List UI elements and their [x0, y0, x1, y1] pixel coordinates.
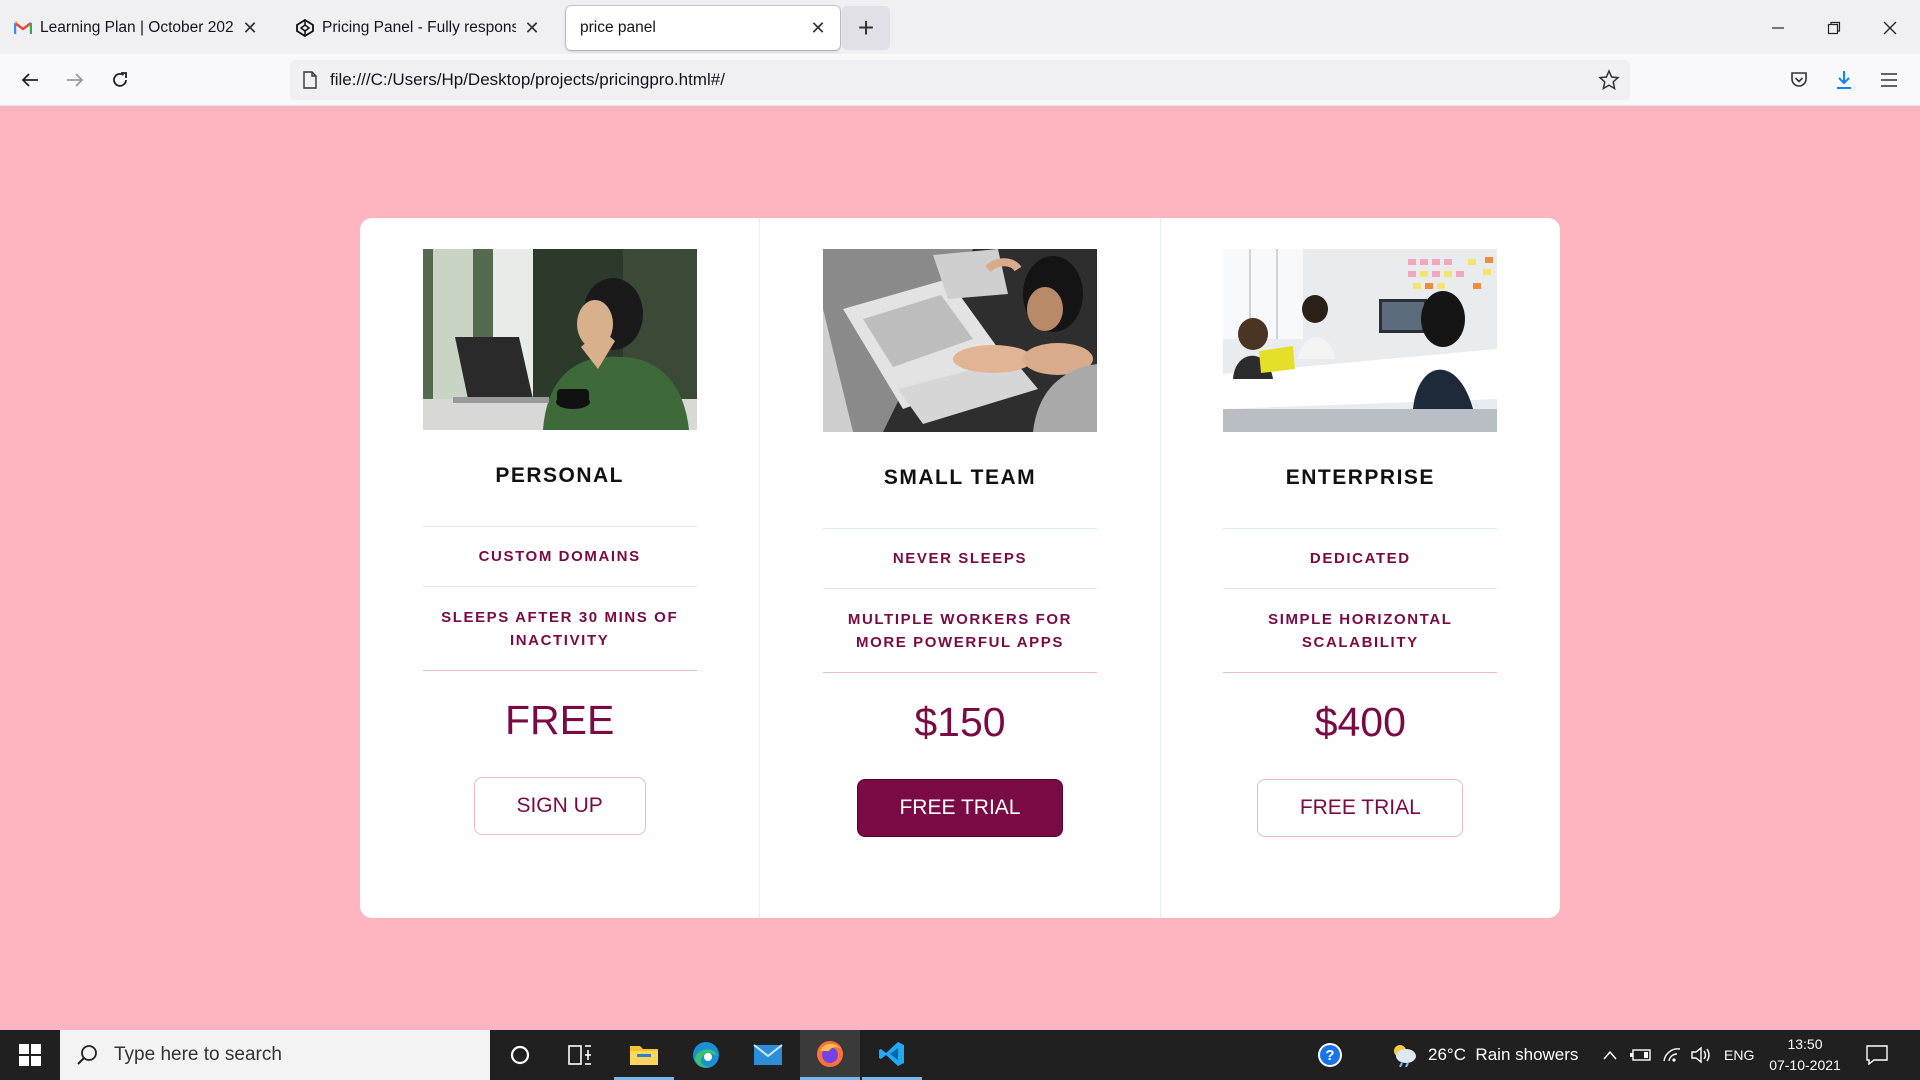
plan-card-small-team: SMALL TEAM NEVER SLEEPS MULTIPLE WORKERS…: [759, 218, 1159, 918]
plan-price: $150: [914, 699, 1006, 745]
menu-button[interactable]: [1871, 62, 1907, 98]
download-icon: [1837, 71, 1851, 89]
plan-features: NEVER SLEEPS MULTIPLE WORKERS FOR MORE P…: [822, 528, 1097, 673]
file-page-icon: [303, 71, 317, 89]
plan-name: PERSONAL: [495, 464, 624, 487]
plan-feature: CUSTOM DOMAINS: [422, 527, 697, 587]
browser-nav-bar: file:///C:/Users/Hp/Desktop/projects/pri…: [0, 54, 1920, 106]
edge-icon: [693, 1042, 719, 1068]
bookmark-star-icon[interactable]: [1598, 69, 1620, 91]
notification-icon: [1866, 1045, 1888, 1065]
task-view-icon: [568, 1045, 591, 1065]
help-button[interactable]: ?: [1300, 1030, 1360, 1080]
search-placeholder: Type here to search: [114, 1044, 282, 1065]
notifications-button[interactable]: [1866, 1030, 1888, 1080]
address-bar[interactable]: file:///C:/Users/Hp/Desktop/projects/pri…: [290, 60, 1630, 100]
plan-name: ENTERPRISE: [1285, 466, 1435, 489]
weather-text: 26°C Rain showers: [1428, 1045, 1579, 1064]
input-language[interactable]: ENG: [1724, 1030, 1754, 1080]
windows-taskbar: Type here to search ? 26°C Rain showers …: [0, 1030, 1920, 1080]
file-explorer-button[interactable]: [614, 1030, 674, 1080]
plan-feature: SLEEPS AFTER 30 MINS OF INACTIVITY: [422, 587, 697, 671]
cortana-button[interactable]: [490, 1030, 550, 1080]
tab-title: Learning Plan | October 2021 -: [40, 19, 234, 36]
clock-date: 07-10-2021: [1769, 1057, 1841, 1073]
search-icon: [77, 1045, 97, 1065]
chevron-up-icon: [1603, 1050, 1617, 1060]
firefox-button[interactable]: [800, 1030, 860, 1080]
mail-button[interactable]: [738, 1030, 798, 1080]
taskbar-search-box[interactable]: Type here to search: [60, 1030, 490, 1080]
close-tab-icon[interactable]: ✕: [808, 18, 828, 39]
pocket-button[interactable]: [1781, 62, 1817, 98]
tab-price-panel[interactable]: price panel ✕: [566, 6, 840, 50]
plan-price: $400: [1314, 699, 1406, 745]
mail-icon: [753, 1044, 783, 1065]
windows-logo-icon: [19, 1044, 41, 1066]
rain-cloud-icon: [1394, 1045, 1416, 1067]
hamburger-menu-icon: [1881, 73, 1897, 87]
help-icon: ?: [1318, 1043, 1342, 1067]
back-button[interactable]: [12, 62, 48, 98]
office-meeting-photo: [1223, 249, 1498, 432]
cortana-circle-icon: [510, 1045, 530, 1065]
minimize-button[interactable]: [1750, 8, 1806, 48]
plan-feature: DEDICATED: [1223, 529, 1498, 589]
vscode-button[interactable]: [862, 1030, 922, 1080]
plan-features: CUSTOM DOMAINS SLEEPS AFTER 30 MINS OF I…: [422, 526, 697, 671]
plan-feature: MULTIPLE WORKERS FOR MORE POWERFUL APPS: [822, 589, 1097, 673]
edge-button[interactable]: [676, 1030, 736, 1080]
plan-features: DEDICATED SIMPLE HORIZONTAL SCALABILITY: [1223, 528, 1498, 673]
close-window-button[interactable]: [1862, 8, 1918, 48]
free-trial-button[interactable]: FREE TRIAL: [1257, 779, 1464, 837]
close-tab-icon[interactable]: ✕: [240, 18, 260, 39]
system-clock[interactable]: 13:50 07-10-2021: [1760, 1034, 1850, 1076]
volume-button[interactable]: [1690, 1030, 1712, 1080]
restore-button[interactable]: [1806, 8, 1862, 48]
start-button[interactable]: [0, 1030, 60, 1080]
browser-tab-bar: Learning Plan | October 2021 - ✕ Pricing…: [0, 0, 1920, 54]
back-arrow-icon: [21, 73, 38, 87]
forward-button[interactable]: [57, 62, 93, 98]
task-view-button[interactable]: [550, 1030, 610, 1080]
plan-card-enterprise: ENTERPRISE DEDICATED SIMPLE HORIZONTAL S…: [1159, 218, 1560, 918]
new-tab-button[interactable]: +: [842, 6, 890, 50]
plan-name: SMALL TEAM: [883, 466, 1037, 489]
folder-icon: [630, 1045, 658, 1065]
plan-feature: SIMPLE HORIZONTAL SCALABILITY: [1223, 589, 1498, 673]
pricing-panel: PERSONAL CUSTOM DOMAINS SLEEPS AFTER 30 …: [360, 218, 1560, 918]
plan-price: FREE: [504, 697, 615, 743]
codepen-icon: [296, 19, 314, 37]
woman-with-laptop-photo: [422, 249, 697, 430]
tab-title: price panel: [580, 19, 656, 36]
battery-button[interactable]: [1630, 1030, 1652, 1080]
gmail-icon: [14, 19, 32, 37]
vscode-icon: [879, 1041, 904, 1066]
downloads-button[interactable]: [1826, 62, 1862, 98]
hands-typing-laptop-photo: [822, 249, 1097, 432]
wifi-icon: [1663, 1048, 1681, 1062]
clock-time: 13:50: [1787, 1036, 1823, 1052]
plan-feature: NEVER SLEEPS: [822, 529, 1097, 589]
sign-up-button[interactable]: SIGN UP: [473, 777, 646, 835]
show-hidden-icons-button[interactable]: [1602, 1030, 1618, 1080]
wifi-button[interactable]: [1662, 1030, 1682, 1080]
pocket-icon: [1791, 72, 1807, 87]
free-trial-button[interactable]: FREE TRIAL: [856, 779, 1063, 837]
plan-card-personal: PERSONAL CUSTOM DOMAINS SLEEPS AFTER 30 …: [360, 218, 759, 918]
battery-icon: [1630, 1049, 1651, 1061]
speaker-icon: [1691, 1046, 1710, 1064]
forward-arrow-icon: [67, 73, 84, 87]
close-tab-icon[interactable]: ✕: [522, 18, 542, 39]
weather-widget[interactable]: 26°C Rain showers: [1390, 1030, 1578, 1080]
url-text[interactable]: file:///C:/Users/Hp/Desktop/projects/pri…: [330, 70, 725, 90]
reload-icon: [113, 72, 127, 87]
tab-learning-plan[interactable]: Learning Plan | October 2021 - ✕: [2, 6, 272, 50]
reload-button[interactable]: [102, 62, 138, 98]
svg-text:?: ?: [1325, 1047, 1334, 1064]
tab-pricing-panel[interactable]: Pricing Panel - Fully responsive ✕: [284, 6, 554, 50]
tab-title: Pricing Panel - Fully responsive: [322, 19, 516, 36]
firefox-icon: [817, 1040, 843, 1067]
